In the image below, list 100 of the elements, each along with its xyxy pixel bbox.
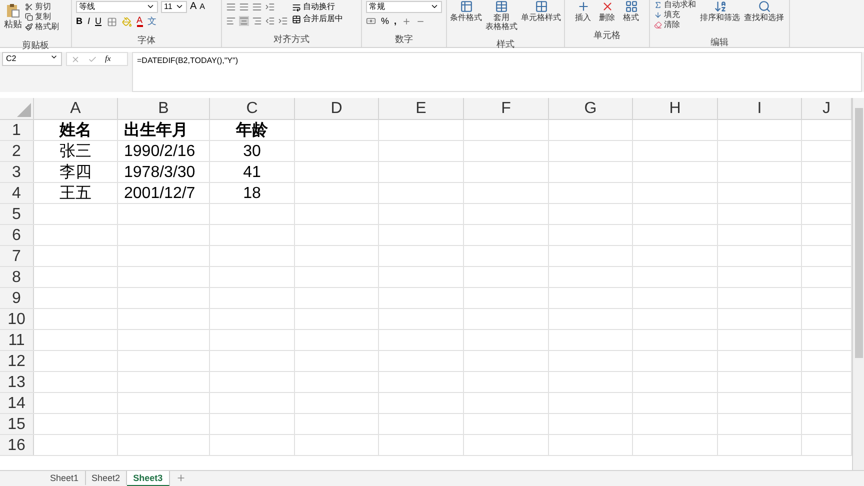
font-color-button[interactable]: A bbox=[136, 16, 143, 27]
row-header[interactable]: 6 bbox=[0, 225, 34, 245]
tool-icon bbox=[758, 0, 770, 13]
align-top-icon[interactable] bbox=[226, 2, 236, 12]
edit-large-button[interactable]: 查找和选择 bbox=[744, 0, 784, 29]
column-header[interactable]: E bbox=[379, 98, 464, 119]
shrink-font-button[interactable]: A bbox=[200, 3, 206, 11]
row-header[interactable]: 12 bbox=[0, 351, 34, 371]
cell-button[interactable]: 插入 bbox=[575, 0, 591, 22]
row-header[interactable]: 16 bbox=[0, 435, 34, 455]
clipboard-button[interactable]: 格式刷 bbox=[25, 22, 59, 31]
align-middle-icon[interactable] bbox=[239, 2, 249, 12]
row-header[interactable]: 3 bbox=[0, 162, 34, 182]
row-header[interactable]: 10 bbox=[0, 309, 34, 329]
edit-large-button[interactable]: 排序和筛选 bbox=[700, 0, 740, 29]
style-button[interactable]: 单元格样式 bbox=[521, 0, 561, 31]
tool-icon bbox=[714, 0, 726, 13]
row-header[interactable]: 13 bbox=[0, 372, 34, 392]
fill-color-icon[interactable] bbox=[122, 16, 132, 26]
row-header[interactable]: 4 bbox=[0, 183, 34, 203]
enter-icon[interactable] bbox=[88, 54, 97, 64]
currency-icon[interactable] bbox=[366, 16, 376, 26]
group-label: 样式 bbox=[496, 39, 514, 49]
cell-button[interactable]: 删除 bbox=[599, 0, 615, 22]
italic-button[interactable]: I bbox=[88, 17, 90, 26]
column-header[interactable]: B bbox=[118, 98, 210, 119]
underline-button[interactable]: U bbox=[95, 17, 102, 26]
row-header[interactable]: 11 bbox=[0, 330, 34, 350]
cell-button[interactable]: 格式 bbox=[623, 0, 639, 22]
edit-button[interactable]: 填充 bbox=[654, 10, 696, 19]
tool-icon bbox=[25, 12, 33, 20]
column-header[interactable]: A bbox=[34, 98, 118, 119]
row-header[interactable]: 15 bbox=[0, 414, 34, 434]
align-center-icon[interactable] bbox=[239, 16, 249, 26]
row-header[interactable]: 14 bbox=[0, 393, 34, 413]
group-label: 数字 bbox=[395, 34, 413, 44]
group-label: 对齐方式 bbox=[274, 34, 310, 44]
name-box[interactable]: C2 bbox=[2, 52, 62, 66]
row-header[interactable]: 7 bbox=[0, 246, 34, 266]
clipboard-button[interactable]: 复制 bbox=[25, 12, 59, 21]
row-header[interactable]: 9 bbox=[0, 288, 34, 308]
table-icon bbox=[534, 0, 548, 13]
dropdown-icon bbox=[50, 53, 58, 61]
edit-button[interactable]: 清除 bbox=[654, 20, 696, 29]
column-header[interactable]: D bbox=[295, 98, 379, 119]
row-header[interactable]: 2 bbox=[0, 141, 34, 161]
border-icon[interactable] bbox=[106, 16, 117, 26]
column-header[interactable]: I bbox=[718, 98, 802, 119]
table-cell-text: 李四 bbox=[58, 162, 92, 183]
dropdown-icon bbox=[146, 2, 155, 11]
wrap-icon bbox=[292, 2, 301, 12]
column-header[interactable]: F bbox=[464, 98, 549, 119]
table-cell-text: 出生年月 bbox=[123, 120, 189, 141]
cancel-icon[interactable] bbox=[71, 54, 80, 64]
sheet-tab[interactable]: Sheet3 bbox=[127, 471, 170, 486]
wrap-text-button[interactable]: 自动换行 bbox=[292, 2, 343, 12]
tool-icon bbox=[654, 10, 662, 18]
style-button[interactable]: 条件格式 bbox=[450, 0, 482, 31]
comma-button[interactable]: , bbox=[394, 16, 397, 26]
column-header[interactable]: C bbox=[210, 98, 295, 119]
bold-button[interactable]: B bbox=[76, 17, 82, 26]
row-header[interactable]: 8 bbox=[0, 267, 34, 287]
add-sheet-icon[interactable] bbox=[176, 473, 186, 483]
merge-center-button[interactable]: 合并后居中 bbox=[292, 14, 343, 24]
table-cell-text: 18 bbox=[242, 184, 262, 204]
font-name-field[interactable]: 等线 bbox=[76, 1, 158, 13]
sheet-tab[interactable]: Sheet1 bbox=[44, 471, 86, 485]
align-right-icon[interactable] bbox=[252, 16, 262, 26]
vertical-scrollbar[interactable] bbox=[852, 98, 864, 470]
clipboard-button[interactable]: 剪切 bbox=[25, 2, 59, 11]
row-header[interactable]: 1 bbox=[0, 120, 34, 140]
group-label: 剪贴板 bbox=[22, 40, 49, 50]
row-header[interactable]: 5 bbox=[0, 204, 34, 224]
tool-icon bbox=[25, 22, 33, 30]
table-cell-text: 41 bbox=[242, 163, 262, 183]
table-cell-text: 姓名 bbox=[58, 120, 92, 141]
style-button[interactable]: 套用 表格格式 bbox=[486, 0, 518, 31]
number-format-field[interactable]: 常规 bbox=[366, 1, 442, 13]
column-header[interactable]: H bbox=[633, 98, 718, 119]
grow-font-button[interactable]: A bbox=[190, 2, 197, 12]
font-size-field[interactable]: 11 bbox=[161, 1, 187, 13]
outdent-icon[interactable] bbox=[265, 16, 275, 26]
dropdown-icon bbox=[430, 2, 439, 11]
column-header[interactable]: G bbox=[549, 98, 633, 119]
edit-button[interactable]: 自动求和 bbox=[654, 0, 696, 9]
table-icon bbox=[495, 0, 508, 13]
tool-icon bbox=[654, 0, 662, 8]
percent-button[interactable]: % bbox=[381, 16, 390, 26]
align-bottom-icon[interactable] bbox=[252, 2, 262, 12]
table-cell-text: 30 bbox=[242, 142, 262, 162]
table-cell-text: 年龄 bbox=[234, 120, 269, 141]
increase-decimal-icon[interactable] bbox=[402, 16, 411, 26]
formula-field[interactable]: =DATEDIF(B2,TODAY(),"Y") bbox=[132, 52, 862, 92]
indent-icon[interactable] bbox=[278, 16, 288, 26]
table-cell-text: 王五 bbox=[58, 184, 92, 204]
align-left-icon[interactable] bbox=[226, 16, 236, 26]
phonetic-button[interactable]: 文 bbox=[148, 17, 157, 26]
orientation-icon[interactable] bbox=[265, 2, 275, 12]
insert-function-button[interactable]: fx bbox=[105, 55, 111, 63]
paste-button[interactable]: 粘贴 bbox=[4, 2, 22, 32]
